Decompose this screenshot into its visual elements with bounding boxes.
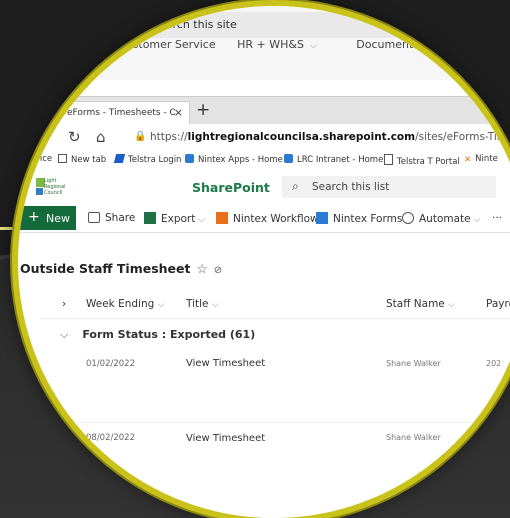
row-2-week-ending: 08/02/2022 — [86, 433, 135, 443]
site-search-placeholder: Search this site — [152, 18, 237, 31]
bookmark-new-tab[interactable]: New tab — [58, 154, 106, 165]
column-staff-name[interactable]: Staff Name ⌵ — [386, 298, 455, 310]
nav-hr[interactable]: HR + WH&S ⌵ — [237, 38, 335, 51]
lock-icon: 🔒 — [134, 131, 147, 142]
row-1-staff-name: Shane Walker — [386, 359, 441, 368]
more-options-icon[interactable]: ··· — [492, 212, 502, 224]
automate-icon — [402, 212, 414, 224]
bookmark-telstra-portal[interactable]: Telstra T Portal — [384, 154, 460, 167]
bookmark-lrc-intranet[interactable]: LRC Intranet - Home — [284, 154, 383, 165]
nintex-icon — [185, 154, 194, 163]
list-title-text: Outside Staff Timesheet — [20, 261, 191, 276]
excel-icon — [144, 212, 156, 224]
close-tab-icon[interactable]: × — [174, 106, 183, 119]
bookmark-telstra-login[interactable]: Telstra Login — [113, 154, 181, 165]
favorite-star-icon[interactable]: ☆ — [196, 261, 207, 276]
url-field[interactable]: https://lightregionalcouncilsa.sharepoin… — [150, 131, 510, 143]
sharepoint-title[interactable]: SharePoint — [192, 180, 270, 195]
nav-customer-service[interactable]: Customer Service — [118, 38, 216, 51]
bookmarks-bar: ffice New tab Telstra Login Nintex Apps … — [18, 150, 510, 169]
page-icon — [384, 154, 393, 165]
plus-icon: + — [28, 209, 40, 225]
telstra-icon — [113, 154, 126, 163]
list-title: Outside Staff Timesheet ☆ ⊘ — [20, 261, 222, 276]
row-1-payroll: 202 — [486, 359, 502, 368]
back-icon[interactable]: › — [44, 128, 50, 146]
row-1-view-timesheet-link[interactable]: View Timesheet — [186, 358, 265, 369]
new-tab-button[interactable]: + — [196, 100, 210, 120]
address-bar: › ↻ ⌂ 🔒 https://lightregionalcouncilsa.s… — [18, 124, 510, 151]
browser-tab[interactable]: eForms - Timesheets - Outside S × — [40, 101, 190, 126]
info-icon[interactable]: ⊘ — [214, 265, 222, 276]
browser-tab-title: eForms - Timesheets - Outside S — [67, 108, 175, 118]
bookmark-nintex[interactable]: ✕ Ninte — [464, 154, 498, 165]
site-nav: Customer Service HR + WH&S ⌵ Documents ⌵ R… — [118, 38, 510, 51]
row-divider — [40, 422, 510, 423]
collapse-chevron-icon[interactable]: ⌵ — [60, 328, 68, 342]
site-search-box[interactable]: Search this site — [140, 12, 510, 38]
nintex-workflow-button[interactable]: Nintex Workflow — [216, 212, 319, 225]
list-search-box[interactable]: ⌕ Search this list — [282, 176, 496, 198]
list-search-placeholder: Search this list — [312, 181, 390, 193]
row-2-staff-name: Shane Walker — [386, 433, 441, 442]
group-label: Form Status : Exported (61) — [82, 328, 256, 341]
share-button[interactable]: Share — [88, 212, 135, 224]
tab-icon — [58, 154, 67, 163]
row-2-view-timesheet-link[interactable]: View Timesheet — [186, 433, 265, 444]
share-icon — [88, 212, 100, 223]
magnifier-lens: Search this site Customer Service HR + W… — [18, 6, 510, 518]
council-logo-text: Light Regional Council — [44, 178, 66, 196]
new-button[interactable]: + New — [18, 206, 76, 230]
bookmark-office[interactable]: ffice — [34, 154, 52, 164]
column-title[interactable]: Title ⌵ — [186, 298, 219, 310]
lrc-icon — [284, 154, 293, 163]
nav-documents[interactable]: Documents ⌵ — [356, 38, 450, 51]
nintex-forms-icon — [316, 212, 328, 224]
bottom-fade — [18, 480, 510, 518]
nintex-workflow-icon — [216, 212, 228, 224]
browser-tab-bar: eForms - Timesheets - Outside S × + — [18, 96, 510, 126]
column-payroll[interactable]: Payrol — [486, 298, 510, 310]
new-button-label: New — [46, 212, 70, 225]
home-icon[interactable]: ⌂ — [96, 128, 106, 146]
nintex-x-icon: ✕ — [464, 155, 472, 165]
export-button[interactable]: Export ⌵ — [144, 212, 205, 225]
column-week-ending[interactable]: Week Ending ⌵ — [86, 298, 164, 310]
header-divider — [40, 318, 510, 319]
refresh-icon[interactable]: ↻ — [68, 128, 81, 146]
search-icon: ⌕ — [292, 179, 299, 193]
nintex-forms-button[interactable]: Nintex Forms — [316, 212, 402, 225]
row-1-week-ending: 01/02/2022 — [86, 359, 135, 369]
group-header[interactable]: ⌵ Form Status : Exported (61) — [60, 328, 255, 342]
automate-button[interactable]: Automate ⌵ — [402, 212, 480, 225]
expand-all-chevron-icon[interactable]: › — [62, 298, 66, 310]
bookmark-nintex-apps[interactable]: Nintex Apps - Home — [185, 154, 283, 165]
nav-resources[interactable]: Reso — [471, 38, 497, 51]
